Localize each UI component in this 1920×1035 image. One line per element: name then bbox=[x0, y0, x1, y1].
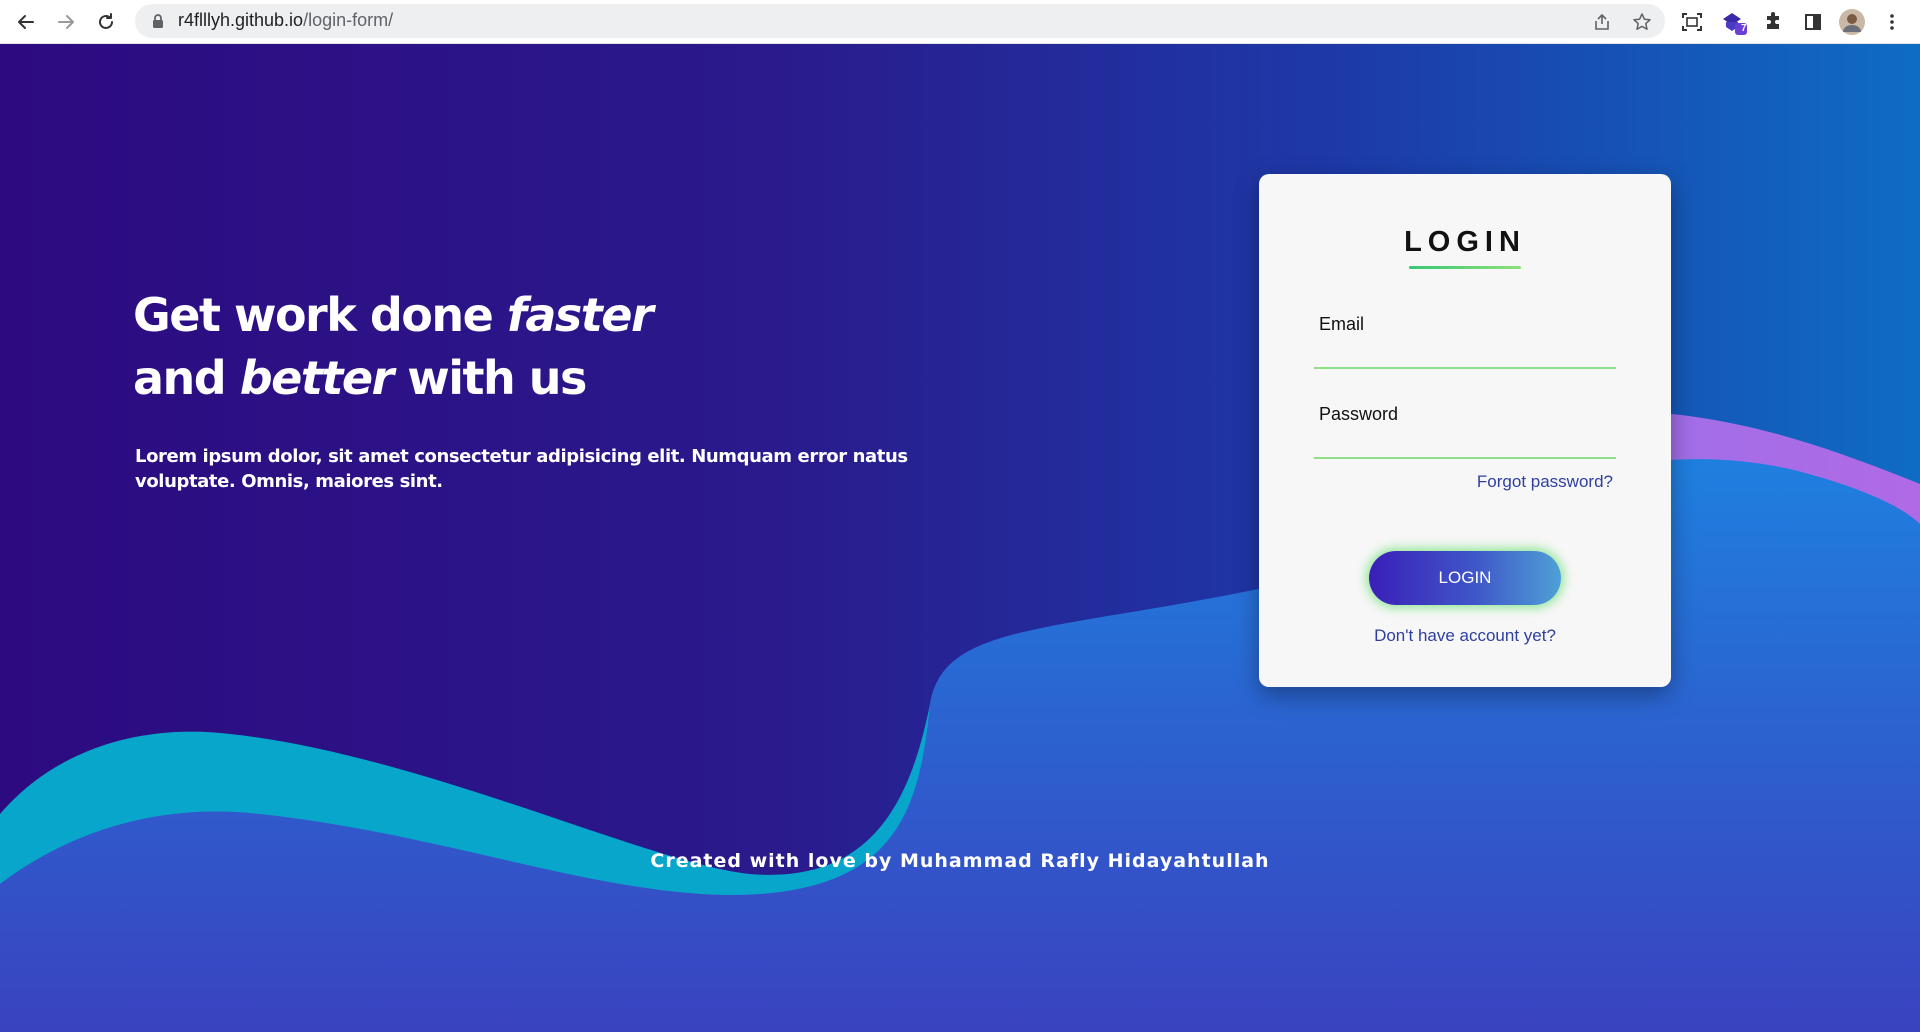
login-title: LOGIN bbox=[1404, 226, 1526, 258]
signup-link[interactable]: Don't have account yet? bbox=[1259, 626, 1671, 646]
footer-credit: Created with love by Muhammad Rafly Hida… bbox=[650, 850, 1270, 872]
back-arrow-icon[interactable] bbox=[10, 6, 42, 38]
email-label: Email bbox=[1319, 314, 1365, 334]
forward-arrow-icon[interactable] bbox=[50, 6, 82, 38]
avatar[interactable] bbox=[1836, 6, 1868, 38]
email-field-group: Email bbox=[1314, 314, 1616, 369]
lock-icon[interactable] bbox=[151, 13, 165, 34]
password-field-group: Password bbox=[1314, 404, 1616, 459]
extension-badge-count: 7 bbox=[1741, 23, 1747, 34]
login-card: LOGIN Email Password Forgot password? LO… bbox=[1259, 174, 1671, 687]
login-button[interactable]: LOGIN bbox=[1369, 551, 1561, 605]
share-icon[interactable] bbox=[1586, 6, 1618, 38]
hero-subtitle: Lorem ipsum dolor, sit amet consectetur … bbox=[135, 446, 908, 492]
email-field[interactable] bbox=[1314, 335, 1616, 369]
password-label: Password bbox=[1319, 404, 1399, 424]
forgot-password-link[interactable]: Forgot password? bbox=[1477, 472, 1613, 492]
title-underline bbox=[1409, 266, 1521, 269]
url-text[interactable]: r4flllyh.github.io/login-form/ bbox=[178, 10, 393, 31]
hero-title: Get work done faster and better with us bbox=[133, 288, 654, 405]
kebab-menu-icon[interactable] bbox=[1876, 6, 1908, 38]
side-panel-icon[interactable] bbox=[1797, 6, 1829, 38]
password-field[interactable] bbox=[1314, 425, 1616, 459]
star-icon[interactable] bbox=[1626, 6, 1658, 38]
page: Get work done faster and better with us … bbox=[0, 44, 1920, 1032]
puzzle-icon[interactable] bbox=[1757, 6, 1789, 38]
extension-badge-icon[interactable]: 7 bbox=[1718, 6, 1750, 38]
reload-icon[interactable] bbox=[90, 6, 122, 38]
screen-capture-icon[interactable] bbox=[1676, 6, 1708, 38]
browser-toolbar: r4flllyh.github.io/login-form/ 7 bbox=[0, 0, 1920, 44]
